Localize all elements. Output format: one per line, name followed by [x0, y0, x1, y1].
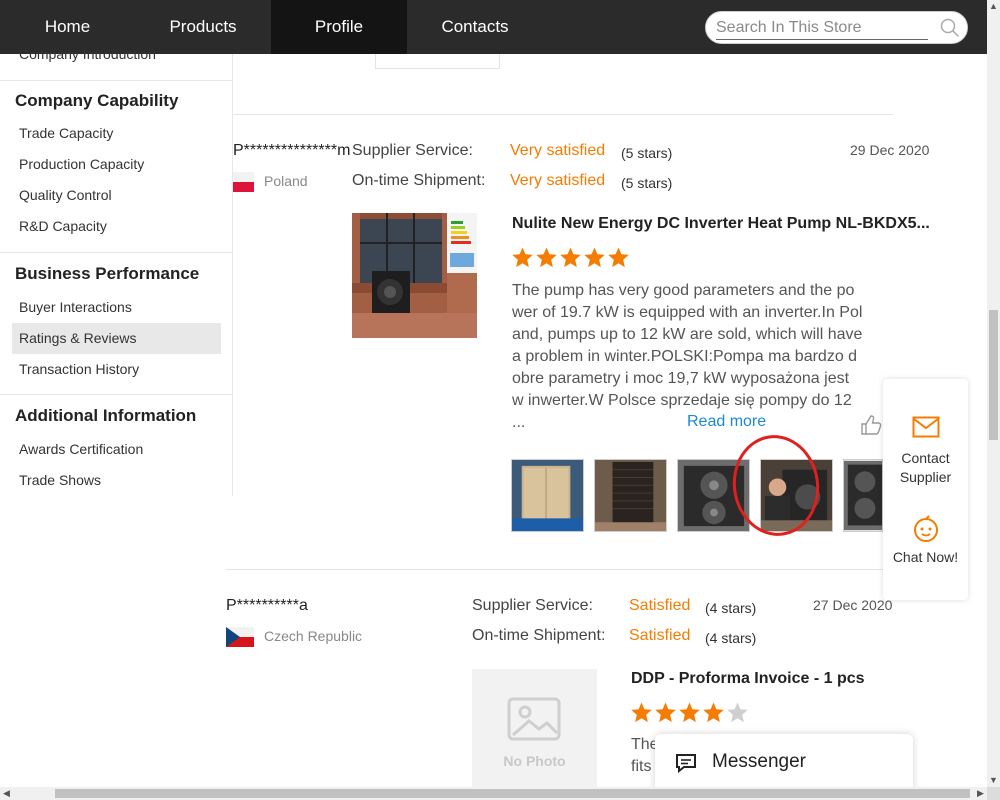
sidebar-heading-business-performance: Business Performance	[15, 264, 200, 283]
no-photo-placeholder: No Photo	[472, 669, 597, 800]
sidebar-heading-additional-information: Additional Information	[15, 406, 197, 425]
product-title[interactable]: DDP - Proforma Invoice - 1 pcs	[631, 670, 865, 688]
star-empty-icon	[727, 702, 748, 723]
star-filled-icon	[560, 247, 581, 268]
scroll-up-arrow-icon[interactable]: ▲	[987, 0, 1000, 13]
divider	[0, 80, 233, 81]
review-photo-1[interactable]	[511, 459, 584, 532]
horizontal-scroll-thumb[interactable]	[55, 789, 970, 798]
sidebar-item-rd-capacity[interactable]: R&D Capacity	[12, 211, 221, 242]
star-filled-icon	[631, 702, 652, 723]
vertical-scroll-thumb[interactable]	[989, 310, 998, 440]
read-more-link[interactable]: Read more	[687, 413, 766, 431]
sidebar-item-production-capacity[interactable]: Production Capacity	[12, 149, 221, 180]
search-input[interactable]	[716, 16, 928, 40]
shipment-rating: Satisfied	[629, 627, 691, 644]
page: Home Products Profile Contacts Company I…	[0, 0, 1000, 800]
sidebar-item-trade-shows[interactable]: Trade Shows	[12, 465, 221, 496]
czech-flag-icon	[226, 627, 254, 647]
review-photo-2[interactable]	[594, 459, 667, 532]
star-filled-icon	[536, 247, 557, 268]
nav-profile[interactable]: Profile	[271, 0, 407, 54]
review-star-rating	[511, 246, 630, 269]
messenger-label: Messenger	[712, 751, 806, 772]
scroll-left-arrow-icon[interactable]: ◀	[0, 787, 13, 800]
poland-flag-icon	[233, 172, 254, 192]
nav-contacts[interactable]: Contacts	[407, 0, 543, 54]
shipment-stars: (5 stars)	[621, 175, 673, 191]
review-text: The pump has very good parameters and th…	[512, 282, 863, 431]
review-date: 29 Dec 2020	[850, 142, 930, 158]
shipment-rating: Very satisfied	[510, 172, 606, 189]
review-date: 27 Dec 2020	[813, 597, 893, 613]
image-placeholder-icon	[507, 697, 561, 741]
supplier-service-rating: Satisfied	[629, 597, 691, 614]
supplier-service-stars: (4 stars)	[705, 600, 757, 616]
divider	[0, 394, 233, 395]
vertical-scrollbar[interactable]: ▲ ▼	[987, 0, 1000, 787]
divider	[226, 569, 893, 570]
sidebar-item-transaction-history[interactable]: Transaction History	[12, 354, 221, 385]
chat-now-label[interactable]: Chat Now!	[883, 548, 968, 567]
sidebar-item-trade-capacity[interactable]: Trade Capacity	[12, 118, 221, 149]
divider	[233, 114, 893, 115]
horizontal-scrollbar[interactable]: ◀ ▶	[0, 787, 987, 800]
sidebar-item-ratings-reviews[interactable]: Ratings & Reviews	[12, 323, 221, 354]
sidebar-item-buyer-interactions[interactable]: Buyer Interactions	[12, 292, 221, 323]
floating-contact-panel: Contact Supplier Chat Now!	[883, 379, 968, 600]
supplier-service-label: Supplier Service:	[352, 142, 473, 159]
message-icon	[676, 754, 696, 773]
sidebar: Company Introduction Company Capability …	[0, 46, 233, 496]
star-filled-icon	[584, 247, 605, 268]
divider	[0, 252, 233, 253]
review-photo-5[interactable]	[843, 459, 883, 532]
star-filled-icon	[655, 702, 676, 723]
scroll-right-arrow-icon[interactable]: ▶	[974, 787, 987, 800]
supplier-service-stars: (5 stars)	[621, 145, 673, 161]
chat-face-icon[interactable]	[912, 515, 940, 543]
thumbs-up-icon[interactable]	[860, 414, 884, 436]
sidebar-item-awards-certification[interactable]: Awards Certification	[12, 434, 221, 465]
product-image[interactable]	[352, 213, 477, 338]
review-text-partial: fits	[631, 758, 652, 775]
previous-review-thumbnail	[375, 54, 500, 69]
mail-icon[interactable]	[912, 416, 940, 438]
product-title[interactable]: Nulite New Energy DC Inverter Heat Pump …	[512, 215, 930, 233]
scroll-down-arrow-icon[interactable]: ▼	[987, 774, 1000, 787]
sidebar-item-company-introduction[interactable]: Company Introduction	[19, 46, 156, 62]
no-photo-label: No Photo	[503, 753, 566, 769]
star-filled-icon	[608, 247, 629, 268]
review-country: Czech Republic	[264, 628, 363, 644]
scrollbar-corner	[987, 787, 1000, 800]
shipment-stars: (4 stars)	[705, 630, 757, 646]
contact-supplier-label[interactable]: Contact	[883, 449, 968, 468]
search-box	[705, 11, 968, 44]
star-filled-icon	[512, 247, 533, 268]
sidebar-heading-company-capability: Company Capability	[15, 91, 179, 110]
supplier-service-label: Supplier Service:	[472, 597, 593, 614]
star-filled-icon	[703, 702, 724, 723]
star-filled-icon	[679, 702, 700, 723]
contact-supplier-label[interactable]: Supplier	[883, 468, 968, 487]
sidebar-item-quality-control[interactable]: Quality Control	[12, 180, 221, 211]
review-user-name: P**********a	[226, 597, 308, 614]
review-user-name: P***************m	[233, 142, 351, 159]
search-icon[interactable]	[940, 18, 960, 38]
shipment-label: On-time Shipment:	[472, 627, 606, 644]
shipment-label: On-time Shipment:	[352, 172, 486, 189]
review-star-rating	[630, 701, 749, 724]
review-country: Poland	[264, 173, 308, 189]
supplier-service-rating: Very satisfied	[510, 142, 606, 159]
